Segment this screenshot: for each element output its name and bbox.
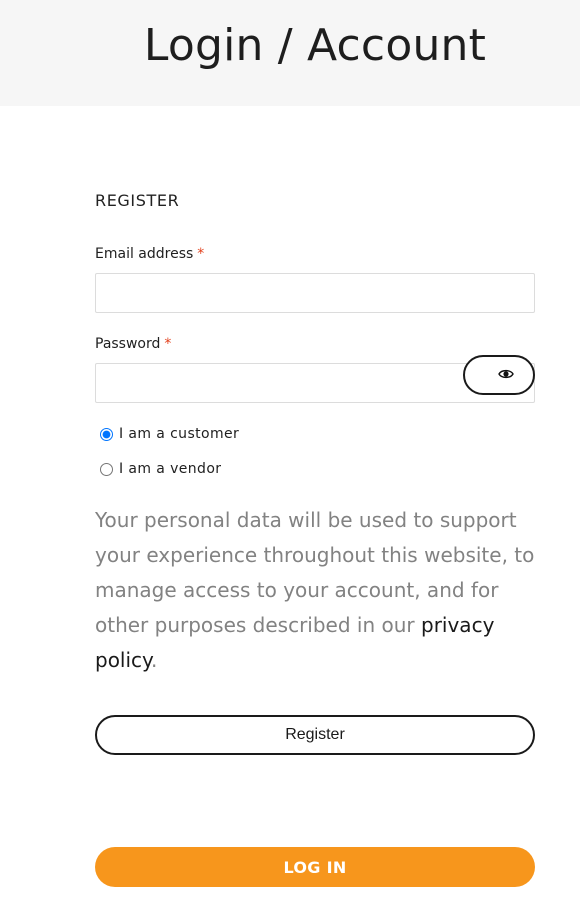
required-marker: * [197,246,205,262]
password-label: Password * [95,336,171,352]
login-button[interactable]: LOG IN [95,847,535,887]
email-label-text: Email address [95,246,194,262]
privacy-notice-end: . [151,648,158,672]
role-customer-label: I am a customer [119,426,240,442]
required-marker: * [164,336,172,352]
role-customer-radio[interactable] [100,427,113,441]
role-customer-option[interactable]: I am a customer [100,426,239,442]
role-vendor-radio[interactable] [100,462,113,476]
show-password-button[interactable] [463,355,535,395]
page-title: Login / Account [143,20,487,71]
register-button[interactable]: Register [95,715,535,755]
register-heading: REGISTER [95,191,180,210]
password-label-text: Password [95,336,161,352]
privacy-notice: Your personal data will be used to suppo… [95,503,535,678]
role-vendor-label: I am a vendor [119,461,222,477]
email-label: Email address * [95,246,204,262]
role-vendor-option[interactable]: I am a vendor [100,461,221,477]
email-field[interactable] [95,273,535,313]
eye-icon [498,368,514,383]
